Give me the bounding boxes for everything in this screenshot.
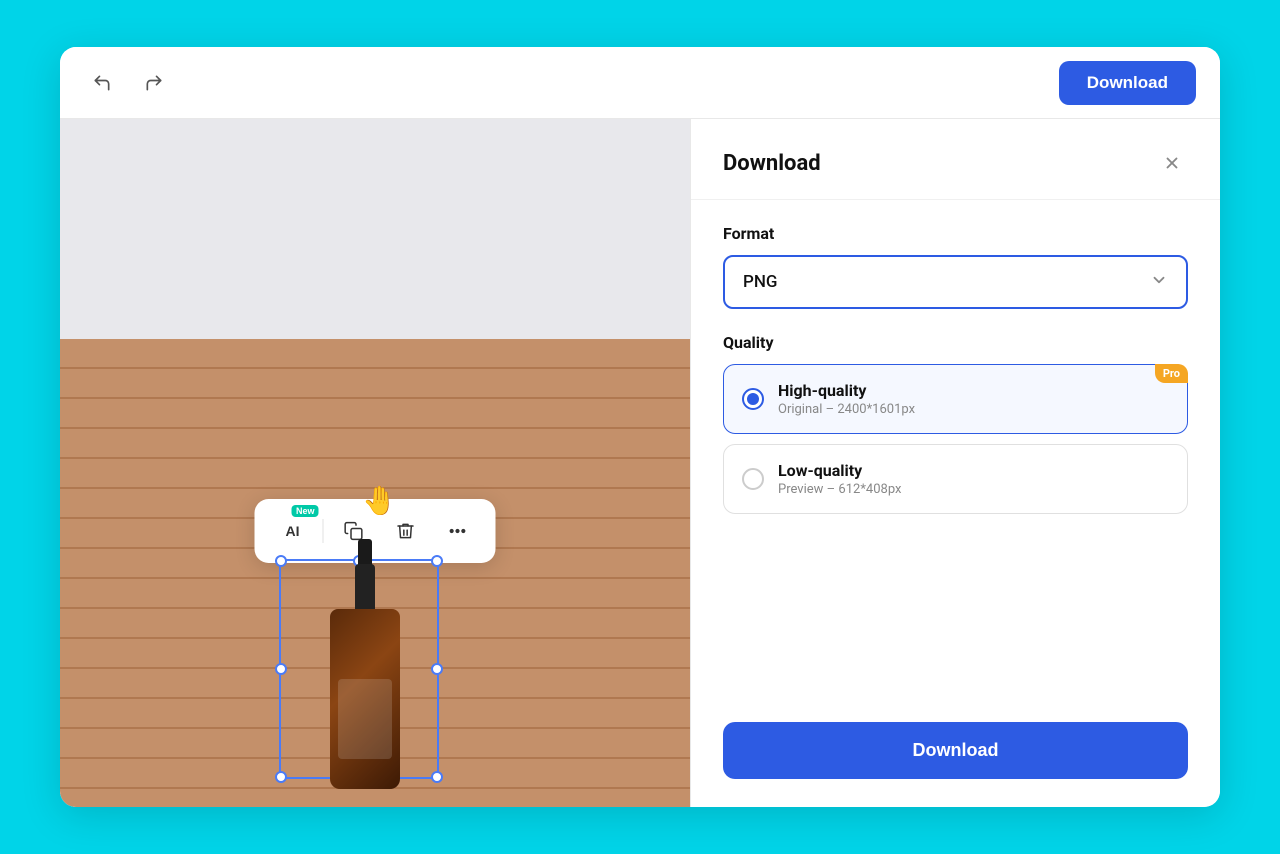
- floating-toolbar: AI New: [255, 499, 496, 563]
- main-content: AI New: [60, 119, 1220, 807]
- quality-name-high: High-quality: [778, 381, 915, 400]
- chevron-down-icon: [1150, 271, 1168, 293]
- new-badge: New: [292, 505, 319, 517]
- toolbar-left: [84, 65, 172, 101]
- radio-dot-high: [747, 393, 759, 405]
- toolbar: Download: [60, 47, 1220, 119]
- download-header-button[interactable]: Download: [1059, 61, 1196, 105]
- product-bottle: [315, 569, 415, 789]
- redo-button[interactable]: [136, 65, 172, 101]
- quality-desc-low: Preview – 612*408px: [778, 482, 902, 497]
- undo-button[interactable]: [84, 65, 120, 101]
- delete-button[interactable]: [384, 509, 428, 553]
- canvas-area: AI New: [60, 119, 690, 807]
- app-container: Download AI New: [60, 47, 1220, 807]
- gray-top: [60, 119, 690, 339]
- format-value: PNG: [743, 272, 778, 292]
- close-icon: [1163, 154, 1181, 172]
- quality-section: Quality High-quality Original – 2400*160…: [723, 333, 1188, 524]
- panel-footer: Download: [691, 702, 1220, 807]
- bottle-body: [330, 609, 400, 789]
- download-panel: Download Format PNG: [690, 119, 1220, 807]
- divider-1: [323, 519, 324, 543]
- quality-option-high[interactable]: High-quality Original – 2400*1601px Pro: [723, 364, 1188, 434]
- quality-info-low: Low-quality Preview – 612*408px: [778, 461, 902, 497]
- quality-desc-high: Original – 2400*1601px: [778, 402, 915, 417]
- trash-icon: [396, 521, 416, 541]
- format-label: Format: [723, 224, 1188, 243]
- ai-button[interactable]: AI New: [271, 509, 315, 553]
- copy-icon: [344, 521, 364, 541]
- format-section: Format PNG: [723, 224, 1188, 309]
- quality-info-high: High-quality Original – 2400*1601px: [778, 381, 915, 417]
- bottle-neck: [355, 564, 375, 614]
- panel-header: Download: [691, 119, 1220, 200]
- format-dropdown[interactable]: PNG: [723, 255, 1188, 309]
- bottle-label: [338, 679, 392, 759]
- quality-label: Quality: [723, 333, 1188, 352]
- download-panel-button[interactable]: Download: [723, 722, 1188, 779]
- radio-low: [742, 468, 764, 490]
- panel-title: Download: [723, 151, 821, 176]
- close-panel-button[interactable]: [1156, 147, 1188, 179]
- more-button[interactable]: [436, 509, 480, 553]
- ai-icon: AI: [286, 523, 300, 539]
- pro-badge: Pro: [1155, 364, 1188, 383]
- quality-name-low: Low-quality: [778, 461, 902, 480]
- panel-body: Format PNG Quality: [691, 200, 1220, 702]
- radio-high: [742, 388, 764, 410]
- more-icon: [448, 521, 468, 541]
- quality-option-low[interactable]: Low-quality Preview – 612*408px: [723, 444, 1188, 514]
